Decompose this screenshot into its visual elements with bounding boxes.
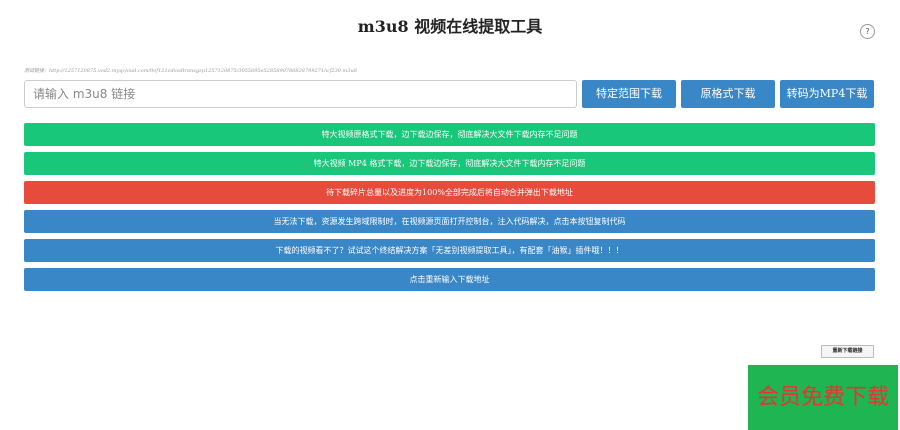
large-video-original-download-bar[interactable]: 特大视频原格式下载，边下载边保存，彻底解决大文件下载内存不足问题 [24, 123, 875, 146]
m3u8-url-input[interactable] [24, 80, 577, 108]
range-download-button[interactable]: 特定范围下载 [582, 80, 676, 108]
large-video-mp4-download-bar[interactable]: 特大视频 MP4 格式下载，边下载边保存，彻底解决大文件下载内存不足问题 [24, 152, 875, 175]
test-link-text: 测试链接：http://1257120875.vod2.myqcloud.com… [24, 68, 357, 74]
original-format-download-button[interactable]: 原格式下载 [681, 80, 775, 108]
page: m3u8 视频在线提取工具 ? 测试链接：http://1257120875.v… [0, 0, 900, 430]
page-title: m3u8 视频在线提取工具 [357, 17, 543, 36]
copy-inject-code-bar[interactable]: 当无法下载，资源发生跨域限制时，在视频源页面打开控制台，注入代码解决，点击本按钮… [24, 210, 875, 233]
download-progress-bar[interactable]: 待下载碎片总量以及进度为100%全部完成后将自动合并弹出下载地址 [24, 181, 875, 204]
help-icon[interactable]: ? [860, 24, 875, 39]
vip-free-download-banner[interactable]: 会员免费下载 [748, 365, 898, 430]
re-enter-url-bar[interactable]: 点击重新输入下载地址 [24, 268, 875, 291]
redownload-link-button[interactable]: 重新下载链接 [821, 345, 874, 358]
universal-extractor-bar[interactable]: 下载的视频看不了？试试这个终结解决方案「无差别视频提取工具」，有配套「油猴」插件… [24, 239, 875, 262]
transcode-mp4-download-button[interactable]: 转码为MP4下载 [780, 80, 874, 108]
